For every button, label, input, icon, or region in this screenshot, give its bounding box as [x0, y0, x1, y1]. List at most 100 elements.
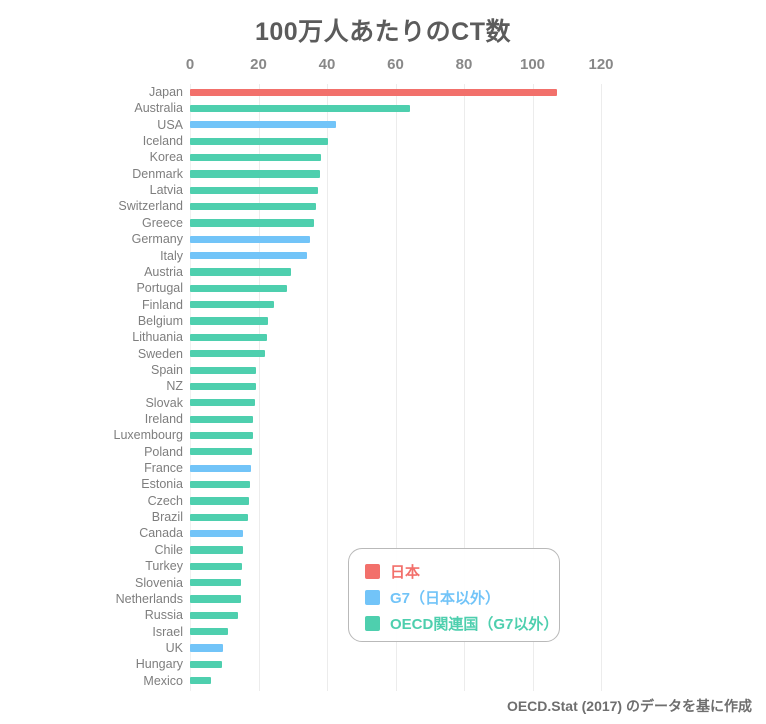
- category-label: Czech: [147, 493, 183, 508]
- bar: [190, 480, 250, 489]
- bar-row: [190, 231, 601, 247]
- category-label: Finland: [142, 297, 183, 312]
- bar-row: [190, 329, 601, 345]
- category-label: France: [144, 461, 183, 476]
- category-label: Brazil: [151, 510, 183, 525]
- category-label: UK: [165, 640, 183, 655]
- category-axis-labels: Japan Australia USA Iceland Korea Denmark Latv…: [0, 84, 184, 691]
- bar-row: [190, 84, 601, 100]
- bar: [190, 186, 318, 194]
- legend-item: 日本: [365, 558, 559, 584]
- bar: [190, 628, 228, 636]
- bar: [190, 546, 243, 554]
- bar: [190, 497, 250, 505]
- bar-row: [190, 133, 601, 149]
- gridline-120: [601, 84, 602, 691]
- category-label: Estonia: [141, 477, 183, 492]
- category-label: Slovenia: [135, 575, 183, 590]
- legend-item: G7（日本以外）: [365, 584, 559, 610]
- bar-row: [190, 427, 601, 443]
- category-label: Greece: [142, 215, 183, 230]
- bar: [190, 317, 269, 325]
- bar: [190, 170, 321, 178]
- bar: [190, 677, 211, 685]
- bar: [190, 284, 287, 292]
- x-axis-tick-40: 40: [318, 56, 336, 73]
- bar-row: [190, 297, 601, 313]
- bar-row: [190, 215, 601, 231]
- bar-row: [190, 444, 601, 460]
- bar-row: [190, 182, 601, 198]
- bar: [190, 644, 223, 652]
- bar: [190, 382, 256, 391]
- category-label: Sweden: [137, 346, 183, 361]
- category-label: Chile: [154, 542, 184, 557]
- x-axis-tick-20: 20: [250, 56, 267, 73]
- bar: [190, 252, 308, 260]
- x-axis-tick-100: 100: [519, 56, 546, 73]
- category-label: Italy: [160, 248, 183, 263]
- bar: [190, 333, 267, 342]
- legend-swatch-icon: [365, 615, 380, 631]
- bar: [190, 219, 315, 227]
- category-label: Hungary: [135, 657, 183, 672]
- bar-row: [190, 673, 601, 689]
- legend-label: 日本: [390, 563, 421, 581]
- bar: [190, 464, 251, 472]
- legend-label: G7（日本以外）: [390, 589, 501, 607]
- category-label: Mexico: [143, 673, 183, 688]
- legend-label: OECD関連国（G7以外）: [390, 615, 559, 633]
- bar: [190, 431, 254, 440]
- category-label: Israel: [152, 624, 183, 639]
- bar: [190, 235, 311, 243]
- bar: [190, 562, 243, 570]
- category-label: Lithuania: [132, 330, 183, 345]
- bar-row: [190, 493, 601, 509]
- bar: [190, 660, 222, 669]
- bar-row: [190, 395, 601, 411]
- category-label: Korea: [149, 150, 183, 165]
- bar: [190, 448, 253, 456]
- category-label: Netherlands: [115, 591, 183, 606]
- category-label: Australia: [134, 101, 183, 116]
- category-label: Belgium: [137, 313, 183, 328]
- bar-row: [190, 378, 601, 394]
- bar-row: [190, 248, 601, 264]
- bar: [190, 399, 255, 407]
- category-label: Poland: [144, 444, 183, 459]
- x-axis-tick-120: 120: [588, 56, 614, 73]
- bar-row: [190, 280, 601, 296]
- legend-swatch-icon: [365, 563, 380, 579]
- category-label: Iceland: [142, 134, 183, 149]
- chart-legend: 日本 G7（日本以外） OECD関連国（G7以外）: [348, 548, 560, 642]
- bar-row: [190, 198, 601, 214]
- bar-row: [190, 640, 601, 656]
- category-label: Japan: [148, 85, 183, 99]
- x-axis-tick-0: 0: [185, 56, 195, 73]
- chart-title: 100万人あたりのCT数: [254, 18, 512, 46]
- category-label: Switzerland: [118, 199, 183, 214]
- bar-row: [190, 656, 601, 672]
- bar-row: [190, 166, 601, 182]
- bar: [190, 350, 266, 358]
- bar-row: [190, 362, 601, 378]
- bar: [190, 268, 291, 276]
- bar: [190, 579, 242, 587]
- category-label: Turkey: [145, 559, 183, 574]
- category-label: Russia: [144, 608, 183, 623]
- bar: [190, 415, 254, 423]
- category-label: USA: [157, 117, 183, 132]
- bar: [190, 513, 248, 521]
- category-label: Germany: [131, 232, 183, 247]
- category-label: Latvia: [149, 183, 183, 198]
- category-label: Austria: [144, 264, 183, 279]
- bar-row: [190, 313, 601, 329]
- bar: [190, 301, 275, 309]
- x-axis-tick-80: 80: [455, 56, 473, 73]
- bar-row: [190, 149, 601, 165]
- source-note: OECD.Stat (2017) のデータを基に作成: [506, 698, 752, 714]
- ct-scanner-bar-chart: 100万人あたりのCT数 0 20 40 60 80 100 120 Japan Austra…: [0, 0, 766, 724]
- category-label: Canada: [139, 526, 183, 541]
- bar-row: [190, 476, 601, 492]
- bar: [190, 121, 336, 129]
